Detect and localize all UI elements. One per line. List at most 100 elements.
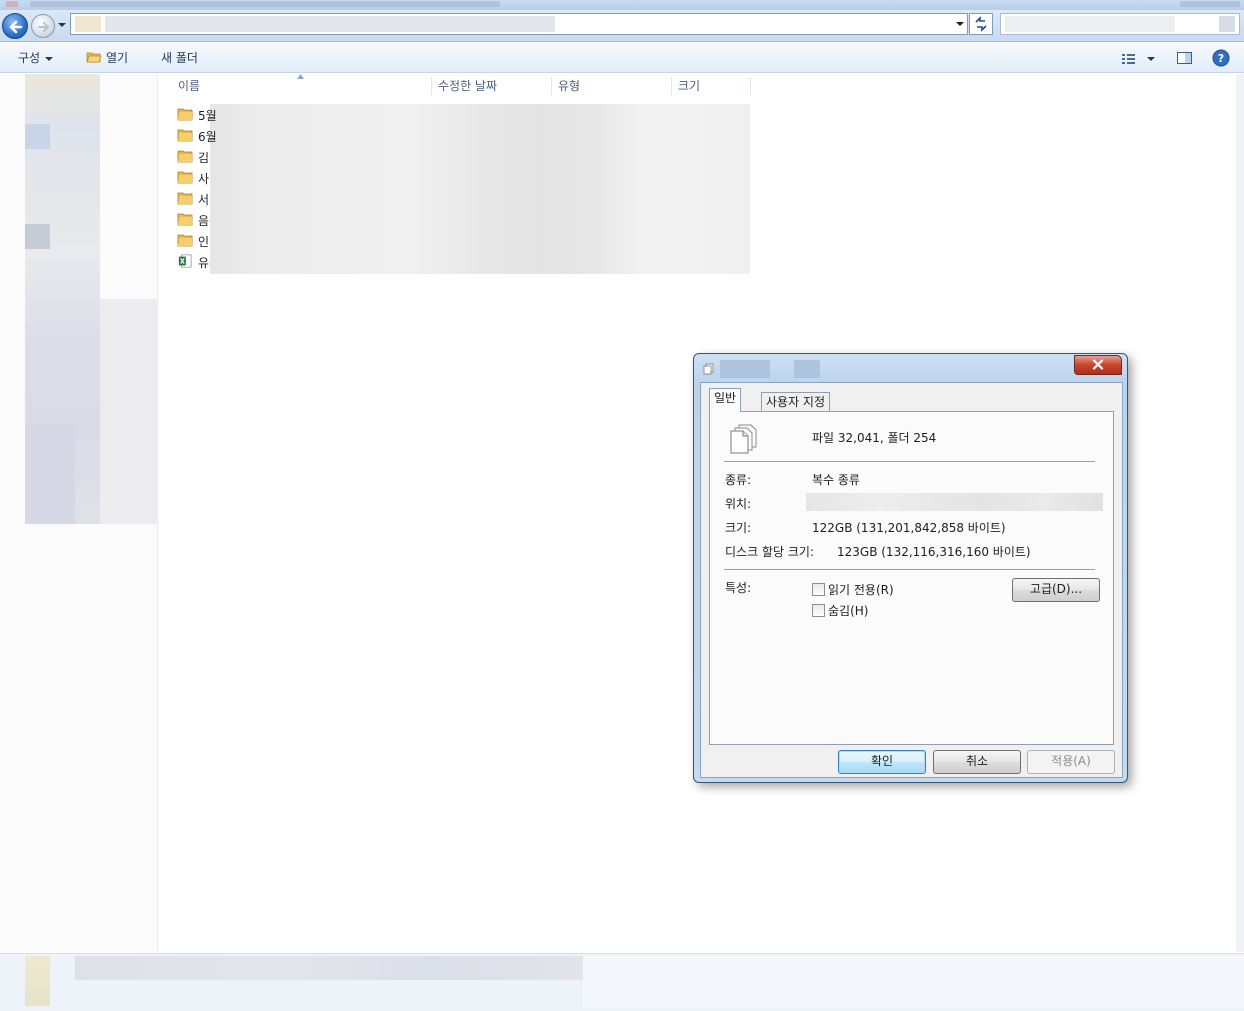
file-name: 사 — [198, 172, 210, 186]
cancel-button[interactable]: 취소 — [933, 750, 1021, 774]
file-name: 6월 — [198, 130, 217, 144]
scrollbar-track[interactable] — [1236, 74, 1244, 952]
search-icon[interactable] — [1219, 16, 1235, 32]
multiple-files-icon — [730, 424, 757, 454]
details-empty — [583, 956, 1244, 1008]
command-bar: 구성 열기 새 폴더 ? — [0, 43, 1244, 73]
file-name: 서 — [198, 193, 210, 207]
list-item[interactable]: 인 — [174, 230, 750, 251]
new-folder-label: 새 폴더 — [161, 51, 198, 65]
readonly-checkbox[interactable] — [812, 583, 825, 596]
column-divider[interactable] — [431, 77, 432, 95]
type-value: 복수 종류 — [812, 473, 860, 487]
file-name: 인 — [198, 235, 210, 249]
location-label: 위치: — [725, 497, 752, 511]
folder-icon — [177, 171, 193, 184]
column-header-name[interactable]: 이름 — [178, 74, 200, 98]
details-pane — [0, 953, 1244, 1011]
search-input[interactable] — [1000, 13, 1240, 35]
general-tab-panel: 파일 32,041, 폴더 254 종류: 복수 종류 위치: 크기: 122G… — [709, 411, 1114, 745]
change-view-button[interactable] — [1120, 51, 1160, 67]
file-name: 음 — [198, 214, 210, 228]
disk-size-value: 123GB (132,116,316,160 바이트) — [837, 545, 1031, 559]
hidden-checkbox[interactable] — [812, 604, 825, 617]
svg-text:?: ? — [1218, 52, 1224, 65]
search-placeholder-blurred — [1005, 16, 1175, 32]
window-title-blurred — [30, 1, 500, 7]
address-history-chevron-down-icon[interactable] — [953, 13, 967, 35]
hidden-label[interactable]: 숨김(H) — [828, 602, 868, 619]
folder-icon — [75, 16, 101, 32]
excel-file-icon — [178, 254, 192, 268]
arrow-left-icon — [9, 20, 23, 34]
recent-pages-chevron-down-icon[interactable] — [57, 20, 67, 30]
folder-icon — [177, 192, 193, 205]
apply-button[interactable]: 적용(A) — [1027, 750, 1115, 774]
list-item[interactable]: 사 — [174, 167, 750, 188]
open-button[interactable]: 열기 — [86, 50, 128, 66]
column-divider[interactable] — [750, 77, 751, 95]
refresh-icon — [975, 16, 987, 32]
close-button[interactable] — [1074, 355, 1122, 375]
nav-tree-blurred-2 — [100, 299, 158, 524]
column-header-type[interactable]: 유형 — [558, 74, 580, 98]
new-folder-button[interactable]: 새 폴더 — [161, 50, 198, 66]
list-item[interactable]: 서 — [174, 188, 750, 209]
list-item[interactable]: 6월 — [174, 125, 750, 146]
back-button[interactable] — [2, 13, 28, 39]
address-path-blurred — [105, 16, 555, 32]
window-controls-blurred[interactable] — [1180, 1, 1240, 7]
folder-icon — [177, 150, 193, 163]
tab-customize[interactable]: 사용자 지정 — [761, 392, 831, 413]
file-count-summary: 파일 32,041, 폴더 254 — [812, 431, 937, 445]
column-header-date-modified[interactable]: 수정한 날짜 — [438, 74, 497, 98]
preview-pane-button[interactable] — [1176, 50, 1193, 66]
folder-icon — [177, 234, 193, 247]
divider — [724, 461, 1095, 463]
list-item[interactable]: 음 — [174, 209, 750, 230]
dialog-body: 일반 사용자 지정 파일 32,041, 폴더 254 종류: 복수 종류 위치… — [700, 382, 1123, 778]
list-item[interactable]: 유 — [174, 251, 750, 272]
file-list: 5월 6월 김 사 서 음 인 유 — [174, 104, 750, 274]
sort-ascending-icon — [297, 74, 304, 79]
details-text-blurred — [75, 956, 583, 980]
open-folder-icon — [86, 52, 102, 63]
advanced-button[interactable]: 고급(D)... — [1012, 578, 1100, 602]
file-name: 5월 — [198, 109, 217, 123]
type-label: 종류: — [725, 473, 752, 487]
help-icon: ? — [1212, 49, 1230, 67]
readonly-label[interactable]: 읽기 전용(R) — [828, 581, 894, 598]
multiple-files-icon — [703, 363, 714, 375]
disk-size-label: 디스크 할당 크기: — [725, 545, 814, 559]
nav-icon-blurred — [25, 124, 50, 149]
properties-dialog: 일반 사용자 지정 파일 32,041, 폴더 254 종류: 복수 종류 위치… — [693, 353, 1128, 783]
app-icon — [6, 1, 18, 7]
organize-label: 구성 — [18, 51, 41, 65]
dialog-title-blurred — [720, 360, 770, 378]
nav-icon-blurred — [25, 424, 75, 524]
address-row — [0, 10, 1244, 42]
preview-pane-icon — [1177, 52, 1192, 64]
tab-general[interactable]: 일반 — [709, 388, 742, 412]
dialog-title-blurred — [794, 360, 820, 378]
organize-menu[interactable]: 구성 — [18, 50, 54, 66]
column-divider[interactable] — [551, 77, 552, 95]
forward-button[interactable] — [31, 14, 55, 38]
size-label: 크기: — [725, 521, 752, 535]
address-bar[interactable] — [70, 13, 968, 35]
divider — [724, 569, 1095, 571]
list-item[interactable]: 5월 — [174, 104, 750, 125]
attributes-label: 특성: — [725, 581, 752, 595]
ok-button[interactable]: 확인 — [838, 750, 926, 774]
nav-icon-blurred — [25, 224, 50, 249]
folder-icon — [177, 213, 193, 226]
list-item[interactable]: 김 — [174, 146, 750, 167]
file-name: 유 — [198, 256, 210, 270]
refresh-button[interactable] — [969, 13, 993, 35]
help-button[interactable]: ? — [1212, 49, 1230, 67]
column-header-size[interactable]: 크기 — [678, 74, 700, 98]
chevron-down-icon — [45, 56, 54, 61]
window-titlebar — [0, 0, 1244, 10]
column-divider[interactable] — [671, 77, 672, 95]
navigation-pane[interactable] — [0, 74, 158, 952]
